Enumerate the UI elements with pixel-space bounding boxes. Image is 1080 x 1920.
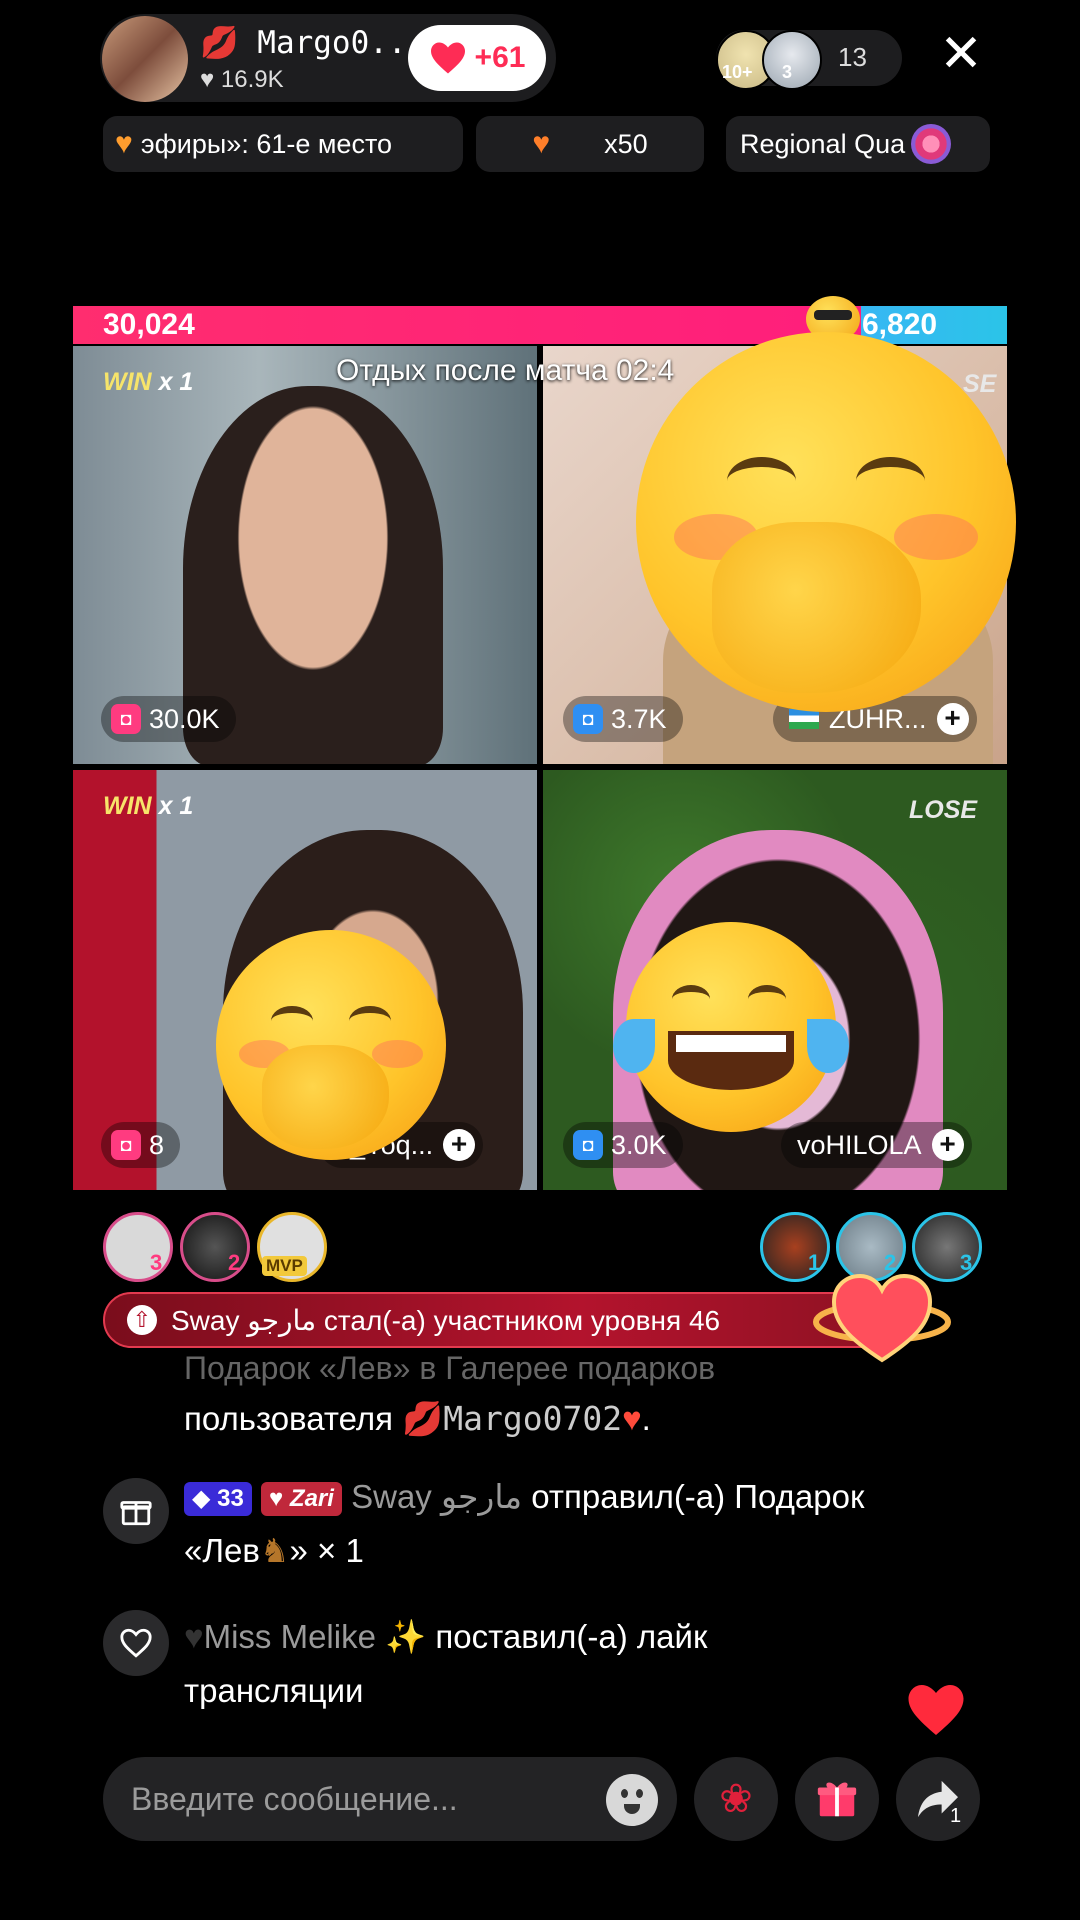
arrow-up-icon: ⇧: [127, 1305, 157, 1335]
share-count: 1: [950, 1805, 962, 1827]
heart-outline-icon: [103, 1610, 169, 1676]
ranking-chip[interactable]: ♥ эфиры»: 61-е место: [103, 116, 463, 172]
lips-icon: 💋: [402, 1400, 444, 1437]
mvp-badge: MVP: [262, 1256, 307, 1276]
floating-heart-icon: [908, 1685, 964, 1735]
fan-club-badge: ♥ Zari: [261, 1482, 342, 1517]
viewer-badge: 10+: [722, 62, 753, 82]
face-with-hand-over-mouth-emoji: [636, 332, 1016, 712]
gift-box-icon: ◘: [573, 704, 603, 734]
chat-message: ♥Miss Melike ✨ поставил(-а) лайк трансля…: [184, 1618, 708, 1709]
lips-icon: 💋: [200, 25, 239, 61]
follow-button[interactable]: +61: [408, 25, 546, 91]
gift-button[interactable]: [795, 1757, 879, 1841]
level-up-banner: ⇧ Sway مارجو стал(-а) участником уровня …: [103, 1292, 903, 1348]
heart-multiplier-chip[interactable]: ♥ x50: [476, 116, 704, 172]
emoji-picker-icon[interactable]: [606, 1774, 658, 1826]
host-avatar[interactable]: [102, 16, 188, 102]
rose-gift-button[interactable]: ❀: [694, 1757, 778, 1841]
left-team-score: 30,024: [103, 308, 195, 341]
follow-plus-button[interactable]: +: [931, 1129, 964, 1161]
comment-input[interactable]: Введите сообщение...: [103, 1757, 677, 1841]
gifter-rank: 3: [960, 1250, 973, 1275]
heart-icon: ♥: [200, 66, 215, 93]
lion-icon: ♞: [259, 1532, 290, 1569]
chat-message: пользователя 💋Margo0702♥.: [184, 1399, 651, 1438]
follow-plus-button[interactable]: +: [443, 1129, 476, 1161]
gifter-rank: 2: [228, 1250, 241, 1275]
lose-tag: LOSE: [909, 796, 978, 824]
cell-score: ◘ 8: [101, 1122, 181, 1168]
black-heart-icon: ♥: [184, 1618, 204, 1655]
right-team-score: 6,820: [862, 308, 938, 341]
gift-box-icon: ◘: [111, 1130, 141, 1160]
viewer-count[interactable]: 13: [838, 42, 867, 73]
chat-faded-message: Подарок «Лев» в Галерее подарков: [184, 1350, 716, 1386]
top-gifter-avatar[interactable]: [103, 1212, 173, 1282]
host-name[interactable]: 💋 Margo0...: [200, 24, 425, 61]
win-tag: WIN x 1: [103, 792, 194, 820]
follow-plus-button[interactable]: +: [936, 703, 969, 735]
viewer-badge: 3: [782, 62, 793, 82]
gift-box-icon: [817, 1782, 857, 1817]
red-heart-icon: [430, 42, 465, 74]
gift-box-icon: ◘: [111, 704, 141, 734]
cell-score: ◘ 30.0K: [101, 696, 236, 742]
lollipop-icon: [911, 124, 952, 164]
cell-score: ◘ 3.0K: [563, 1122, 683, 1168]
face-with-hand-over-mouth-emoji: [216, 930, 446, 1160]
close-icon[interactable]: ✕: [936, 28, 986, 80]
sparkles-icon: ✨: [385, 1618, 427, 1655]
heart-planet-icon: [813, 1273, 951, 1363]
fire-heart-icon: ♥: [622, 1400, 642, 1437]
heart-planet-icon: ♥: [532, 127, 551, 160]
gifter-rank: 3: [150, 1250, 163, 1275]
face-with-tears-of-joy-emoji: [613, 922, 849, 1132]
match-break-timer: Отдых после матча 02:4: [336, 354, 675, 387]
regional-quest-chip[interactable]: Regional Qua: [726, 116, 990, 172]
level-badge: ◆ 33: [184, 1482, 252, 1517]
win-tag: WIN x 1: [103, 368, 194, 396]
chat-message: ◆ 33 ♥ Zari Sway مارجو отправил(-а) Пода…: [184, 1478, 865, 1569]
battle-cell-1[interactable]: WIN x 1 ◘ 30.0K: [73, 346, 537, 764]
lose-tag: SE: [963, 370, 997, 398]
opponent-name-pill[interactable]: voHILOLA +: [781, 1122, 972, 1168]
gift-box-icon: ◘: [573, 1130, 603, 1160]
host-likes: ♥ 16.9K: [200, 66, 284, 93]
orange-heart-icon: ♥: [115, 127, 133, 160]
gift-icon: [103, 1478, 169, 1544]
share-button[interactable]: 1: [896, 1757, 980, 1841]
rose-icon: ❀: [719, 1777, 753, 1821]
cell-score: ◘ 3.7K: [563, 696, 683, 742]
flag-icon: [789, 709, 819, 729]
